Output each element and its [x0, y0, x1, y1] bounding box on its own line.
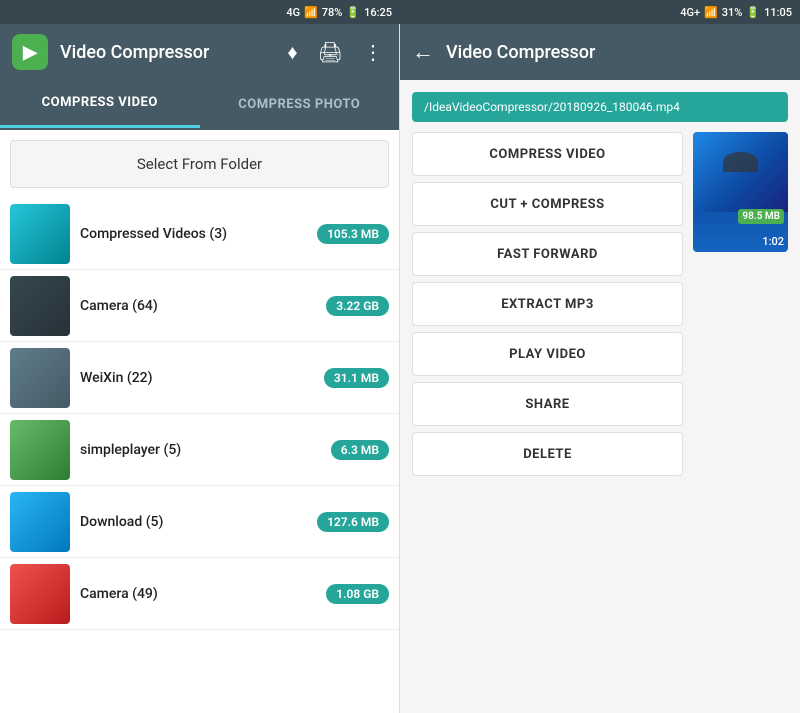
list-item[interactable]: Download (5) 127.6 MB [0, 486, 399, 558]
folder-name: Compressed Videos (3) [80, 226, 307, 242]
folder-size-badge: 127.6 MB [317, 512, 389, 532]
more-options-icon[interactable]: ⋮ [359, 36, 387, 68]
left-time: 16:25 [364, 6, 392, 19]
status-bar-right: 4G+ 📶 31% 🔋 11:05 [400, 0, 800, 24]
folder-info: Camera (49) [80, 586, 316, 602]
video-size-badge: 98.5 MB [738, 209, 784, 224]
right-time: 11:05 [764, 6, 792, 19]
share-button[interactable]: SHARE [412, 382, 683, 426]
status-bar-left: 4G 📶 78% 🔋 16:25 [0, 0, 400, 24]
folder-list: Compressed Videos (3) 105.3 MB Camera (6… [0, 198, 399, 713]
folder-name: Download (5) [80, 514, 307, 530]
folder-thumbnail [10, 348, 70, 408]
app-icon-symbol: ▶ [23, 42, 37, 63]
folder-size-badge: 105.3 MB [317, 224, 389, 244]
left-tabs: COMPRESS VIDEO COMPRESS PHOTO [0, 80, 399, 130]
left-battery-icon: 🔋 [346, 6, 360, 19]
folder-thumbnail [10, 564, 70, 624]
folder-size-badge: 3.22 GB [326, 296, 389, 316]
list-item[interactable]: Camera (49) 1.08 GB [0, 558, 399, 630]
folder-name: Camera (49) [80, 586, 316, 602]
print-icon[interactable]: 🖨 [314, 36, 347, 68]
left-toolbar: ▶ Video Compressor ♦ 🖨 ⋮ [0, 24, 399, 80]
folder-name: simpleplayer (5) [80, 442, 321, 458]
right-toolbar-title: Video Compressor [446, 42, 595, 63]
right-content: /IdeaVideoCompressor/20180926_180046.mp4… [400, 80, 800, 488]
right-signal: 4G+ [680, 6, 700, 19]
folder-name: WeiXin (22) [80, 370, 314, 386]
cut-compress-button[interactable]: CUT + COMPRESS [412, 182, 683, 226]
back-button[interactable]: ← [412, 39, 434, 65]
main-content: ▶ Video Compressor ♦ 🖨 ⋮ COMPRESS VIDEO … [0, 24, 800, 713]
list-item[interactable]: Camera (64) 3.22 GB [0, 270, 399, 342]
app-icon: ▶ [12, 34, 48, 70]
folder-thumbnail [10, 204, 70, 264]
extract-mp3-button[interactable]: EXTRACT MP3 [412, 282, 683, 326]
folder-thumbnail [10, 492, 70, 552]
folder-info: Compressed Videos (3) [80, 226, 307, 242]
list-item[interactable]: Compressed Videos (3) 105.3 MB [0, 198, 399, 270]
tab-compress-video[interactable]: COMPRESS VIDEO [0, 80, 200, 128]
select-folder-button[interactable]: Select From Folder [10, 140, 389, 188]
left-signal: 4G [286, 6, 300, 19]
action-buttons: COMPRESS VIDEO CUT + COMPRESS FAST FORWA… [412, 132, 683, 476]
folder-thumbnail [10, 420, 70, 480]
folder-info: Download (5) [80, 514, 307, 530]
fast-forward-button[interactable]: FAST FORWARD [412, 232, 683, 276]
right-battery-icon: 🔋 [746, 6, 760, 19]
folder-size-badge: 6.3 MB [331, 440, 389, 460]
right-wifi-icon: 📶 [704, 6, 718, 19]
right-toolbar: ← Video Compressor [400, 24, 800, 80]
left-wifi-icon: 📶 [304, 6, 318, 19]
action-area: COMPRESS VIDEO CUT + COMPRESS FAST FORWA… [412, 132, 788, 476]
video-preview-image [693, 132, 788, 212]
status-bars: 4G 📶 78% 🔋 16:25 4G+ 📶 31% 🔋 11:05 [0, 0, 800, 24]
right-battery: 31% [722, 6, 743, 19]
play-video-button[interactable]: PLAY VIDEO [412, 332, 683, 376]
left-toolbar-title: Video Compressor [60, 42, 271, 63]
video-thumbnail-container: 98.5 MB 1:02 [693, 132, 788, 476]
left-battery: 78% [322, 6, 343, 19]
compress-video-button[interactable]: COMPRESS VIDEO [412, 132, 683, 176]
folder-info: simpleplayer (5) [80, 442, 321, 458]
folder-size-badge: 1.08 GB [326, 584, 389, 604]
diamond-icon[interactable]: ♦ [283, 36, 301, 69]
folder-info: WeiXin (22) [80, 370, 314, 386]
delete-button[interactable]: DELETE [412, 432, 683, 476]
right-panel: ← Video Compressor /IdeaVideoCompressor/… [400, 24, 800, 713]
left-panel: ▶ Video Compressor ♦ 🖨 ⋮ COMPRESS VIDEO … [0, 24, 400, 713]
swimmer-shape [723, 152, 758, 172]
file-path-bar: /IdeaVideoCompressor/20180926_180046.mp4 [412, 92, 788, 122]
folder-info: Camera (64) [80, 298, 316, 314]
folder-name: Camera (64) [80, 298, 316, 314]
folder-thumbnail [10, 276, 70, 336]
folder-size-badge: 31.1 MB [324, 368, 389, 388]
list-item[interactable]: simpleplayer (5) 6.3 MB [0, 414, 399, 486]
list-item[interactable]: WeiXin (22) 31.1 MB [0, 342, 399, 414]
tab-compress-photo[interactable]: COMPRESS PHOTO [200, 80, 400, 128]
video-duration: 1:02 [762, 235, 784, 248]
video-thumbnail[interactable]: 98.5 MB 1:02 [693, 132, 788, 252]
